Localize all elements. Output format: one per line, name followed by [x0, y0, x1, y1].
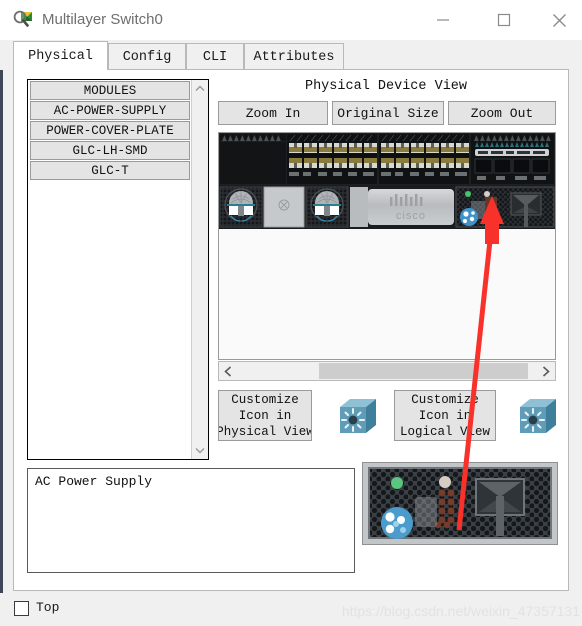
tab-strip: Physical Config CLI Attributes	[0, 40, 582, 70]
module-description-box: AC Power Supply	[27, 468, 355, 573]
tab-cli-label: CLI	[202, 49, 228, 65]
modules-scrollbar[interactable]	[191, 80, 208, 459]
tab-physical-label: Physical	[28, 48, 93, 64]
tab-cli[interactable]: CLI	[186, 43, 244, 70]
custom-log-line1: Customize	[411, 392, 479, 407]
zoom-in-label: Zoom In	[245, 105, 301, 121]
custom-log-line3: Logical View	[399, 424, 490, 439]
module-label: GLC-LH-SMD	[72, 143, 148, 158]
tab-attributes-label: Attributes	[253, 49, 335, 65]
custom-log-line2: Icon in	[418, 408, 472, 423]
module-label: AC-POWER-SUPPLY	[53, 103, 167, 118]
tab-config[interactable]: Config	[108, 43, 186, 70]
title-bar: Multilayer Switch0	[0, 0, 582, 41]
module-label: POWER-COVER-PLATE	[46, 123, 174, 138]
fan-module-1	[219, 186, 263, 228]
maximize-button[interactable]	[481, 0, 527, 40]
minimize-button[interactable]	[420, 0, 466, 40]
window-left-edge	[0, 40, 3, 626]
power-supply-bay	[455, 186, 555, 228]
module-item-header[interactable]: MODULES	[30, 81, 190, 100]
module-label: MODULES	[83, 83, 137, 98]
device-view-hscrollbar[interactable]	[218, 361, 556, 381]
watermark-text: https://blog.csdn.net/weixin_47357131	[341, 603, 580, 619]
top-checkbox[interactable]	[14, 601, 29, 616]
custom-phys-line2: Icon in	[238, 408, 292, 423]
ac-power-supply-preview[interactable]	[362, 462, 558, 545]
fan-module-2	[305, 186, 349, 228]
custom-phys-line3: Physical View	[218, 424, 312, 439]
customize-icon-physical-view-button[interactable]: Customize Icon in Physical View	[218, 390, 312, 441]
tab-physical[interactable]: Physical	[13, 41, 108, 70]
window-title: Multilayer Switch0	[42, 11, 163, 28]
original-size-button[interactable]: Original Size	[332, 101, 444, 125]
device-view-canvas[interactable]: cisco	[218, 132, 556, 360]
footer-bar: Top https://blog.csdn.net/weixin_4735713…	[0, 593, 582, 626]
zoom-out-button[interactable]: Zoom Out	[448, 101, 556, 125]
chevron-up-icon[interactable]	[192, 80, 208, 97]
tab-attributes[interactable]: Attributes	[244, 43, 344, 70]
cisco-switch-rear-image[interactable]: cisco	[219, 133, 555, 229]
custom-phys-line1: Customize	[231, 392, 299, 407]
original-size-label: Original Size	[337, 105, 439, 121]
chevron-right-icon[interactable]	[537, 362, 555, 380]
svg-text:cisco: cisco	[396, 210, 426, 222]
module-label: GLC-T	[91, 163, 129, 178]
physical-tab-panel: MODULES AC-POWER-SUPPLY POWER-COVER-PLAT…	[13, 69, 569, 591]
module-item-ac-power-supply[interactable]: AC-POWER-SUPPLY	[30, 101, 190, 120]
chevron-down-icon[interactable]	[192, 442, 208, 459]
module-item-glc-t[interactable]: GLC-T	[30, 161, 190, 180]
cisco-brand-plate: cisco	[350, 187, 454, 227]
packet-tracer-icon	[12, 8, 36, 32]
zoom-out-label: Zoom Out	[470, 105, 534, 121]
module-description-text: AC Power Supply	[35, 474, 153, 489]
blank-cover-plate	[263, 186, 305, 228]
top-checkbox-label: Top	[36, 600, 60, 615]
zoom-in-button[interactable]: Zoom In	[218, 101, 328, 125]
tab-config-label: Config	[122, 49, 172, 65]
packet-tracer-device-window: Multilayer Switch0 Physical Config CLI A…	[0, 0, 582, 626]
cisco-switch-3d-icon[interactable]	[334, 395, 378, 437]
close-button[interactable]	[536, 0, 582, 40]
customize-icon-logical-view-button[interactable]: Customize Icon in Logical View	[394, 390, 496, 441]
module-item-glc-lh-smd[interactable]: GLC-LH-SMD	[30, 141, 190, 160]
module-item-power-cover-plate[interactable]: POWER-COVER-PLATE	[30, 121, 190, 140]
modules-panel: MODULES AC-POWER-SUPPLY POWER-COVER-PLAT…	[27, 79, 209, 460]
modules-list[interactable]: MODULES AC-POWER-SUPPLY POWER-COVER-PLAT…	[28, 80, 192, 459]
cisco-switch-3d-icon[interactable]	[514, 395, 558, 437]
hscrollbar-thumb[interactable]	[319, 363, 528, 379]
device-view-title: Physical Device View	[304, 79, 468, 94]
chevron-left-icon[interactable]	[219, 362, 237, 380]
